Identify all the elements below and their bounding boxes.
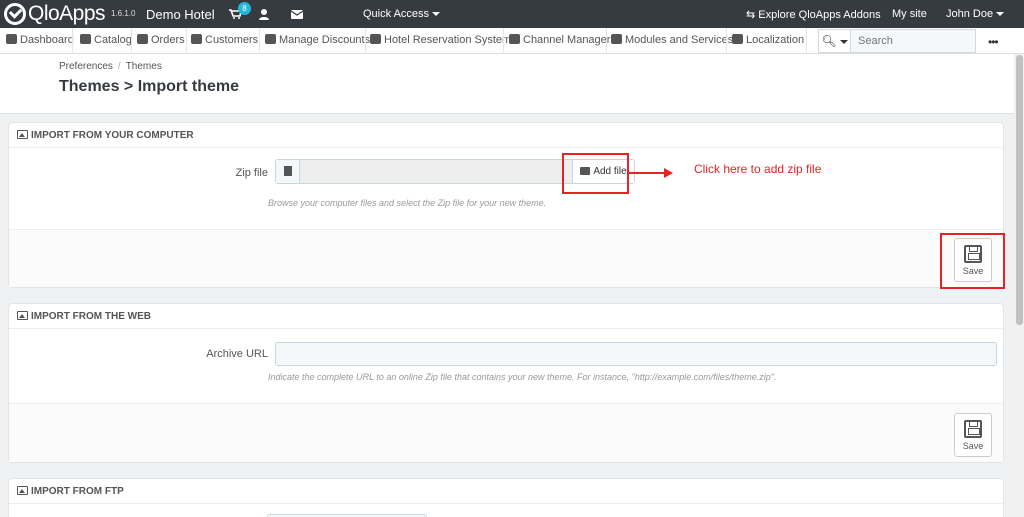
explore-addons-link[interactable]: ⇆ Explore QloApps Addons (746, 8, 881, 21)
breadcrumb-themes[interactable]: Themes (126, 61, 162, 72)
search-input[interactable] (852, 30, 974, 52)
caret-down-icon (432, 12, 441, 17)
version-label: 1.6.1.0 (111, 9, 136, 18)
panel-heading: Import from FTP (9, 479, 1003, 504)
nav-dashboard[interactable]: Dashboard (2, 28, 74, 53)
highlight-save (940, 233, 1005, 289)
file-prefix (276, 160, 300, 183)
bed-icon (370, 34, 381, 44)
employee-dropdown[interactable]: John Doe (946, 8, 1005, 20)
picture-icon (17, 311, 28, 320)
nav-divider (726, 28, 727, 54)
panel-footer: Save (9, 403, 1003, 462)
refresh-icon (509, 34, 520, 44)
book-icon (80, 34, 91, 44)
annotation-text: Click here to add zip file (694, 162, 822, 176)
nav-label: Catalog (94, 34, 132, 46)
nav-label: Dashboard (20, 34, 74, 46)
page-title: Themes > Import theme (59, 78, 240, 95)
archive-url-help: Indicate the complete URL to an online Z… (268, 372, 777, 382)
panel-heading-label: Import from your computer (31, 130, 194, 141)
nav-localization[interactable]: Localization (728, 28, 804, 53)
picture-icon (17, 130, 28, 139)
logo-check-icon (4, 3, 26, 25)
panel-heading: Import from your computer (9, 123, 1003, 148)
nav-divider (503, 28, 504, 54)
nav-divider (806, 28, 807, 54)
cart-notification-badge: 8 (238, 2, 251, 15)
user-icon[interactable] (259, 9, 269, 20)
panel-heading: Import from the web (9, 304, 1003, 329)
brand-name: QloApps (28, 2, 106, 25)
nav-label: Localization (746, 34, 805, 46)
nav-label: Modules and Services (625, 34, 734, 46)
my-site-link[interactable]: My site (892, 8, 927, 20)
shop-name[interactable]: Demo Hotel (146, 7, 215, 22)
nav-manage-discounts[interactable]: Manage Discounts (261, 28, 370, 53)
users-icon (191, 34, 202, 44)
mail-icon[interactable] (291, 10, 303, 19)
save-label: Save (962, 441, 984, 451)
picture-icon (17, 486, 28, 495)
import-from-web-panel: Import from the web Archive URL Indicate… (8, 303, 1004, 463)
search-icon: 🔍︎ (821, 34, 837, 48)
header-search: 🔍︎ (818, 29, 976, 53)
archive-url-label: Archive URL (206, 348, 268, 360)
panel-heading-label: Import from FTP (31, 486, 124, 497)
breadcrumb: Preferences / Themes (59, 61, 162, 72)
credit-card-icon (137, 34, 148, 44)
archive-url-input[interactable] (275, 342, 997, 366)
top-header: QloApps 1.6.1.0 Demo Hotel 8 Quick Acces… (0, 0, 1024, 28)
dashboard-icon (6, 34, 17, 44)
zip-file-help: Browse your computer files and select th… (268, 198, 547, 208)
zip-file-label: Zip file (235, 167, 268, 179)
nav-catalog[interactable]: Catalog (76, 28, 132, 53)
import-from-computer-panel: Import from your computer Zip file Add f… (8, 122, 1004, 288)
plug-icon: ⇆ (746, 9, 759, 21)
highlight-add-file (562, 153, 629, 194)
panel-footer: Save (9, 229, 1003, 287)
more-options-icon[interactable]: ••• (988, 35, 999, 49)
employee-name: John Doe (946, 8, 994, 20)
search-type-dropdown[interactable]: 🔍︎ (819, 30, 851, 52)
caret-down-icon (839, 39, 848, 44)
explore-label: Explore QloApps Addons (758, 9, 881, 21)
nav-label: Channel Manager (523, 34, 611, 46)
scrollbar-thumb[interactable] (1016, 55, 1023, 325)
puzzle-icon (611, 34, 622, 44)
breadcrumb-separator: / (117, 61, 121, 72)
page-header: Preferences / Themes Themes > Import theme (0, 54, 1014, 114)
nav-hotel-reservation[interactable]: Hotel Reservation System (366, 28, 511, 53)
nav-customers[interactable]: Customers (187, 28, 258, 53)
caret-down-icon (996, 12, 1005, 17)
nav-label: Hotel Reservation System (384, 34, 512, 46)
quick-access-label: Quick Access (363, 8, 430, 20)
import-from-ftp-panel: Import from FTP (8, 478, 1004, 517)
nav-orders[interactable]: Orders (133, 28, 185, 53)
nav-label: Manage Discounts (279, 34, 371, 46)
save-button[interactable]: Save (954, 413, 992, 457)
nav-divider (259, 28, 260, 54)
nav-divider (131, 28, 132, 54)
file-icon (284, 166, 292, 176)
panel-heading-label: Import from the web (31, 311, 151, 322)
quick-access-dropdown[interactable]: Quick Access (363, 8, 441, 20)
globe-icon (732, 34, 743, 44)
nav-modules[interactable]: Modules and Services (607, 28, 733, 53)
nav-divider (72, 28, 73, 54)
tag-icon (265, 34, 276, 44)
nav-label: Customers (205, 34, 259, 46)
annotation-arrow-line (628, 172, 666, 174)
breadcrumb-preferences[interactable]: Preferences (59, 61, 113, 72)
nav-label: Orders (151, 34, 185, 46)
nav-channel-manager[interactable]: Channel Manager (505, 28, 610, 53)
floppy-disk-icon (964, 420, 982, 438)
annotation-arrow-head (664, 168, 673, 178)
brand-logo[interactable]: QloApps (4, 2, 106, 26)
